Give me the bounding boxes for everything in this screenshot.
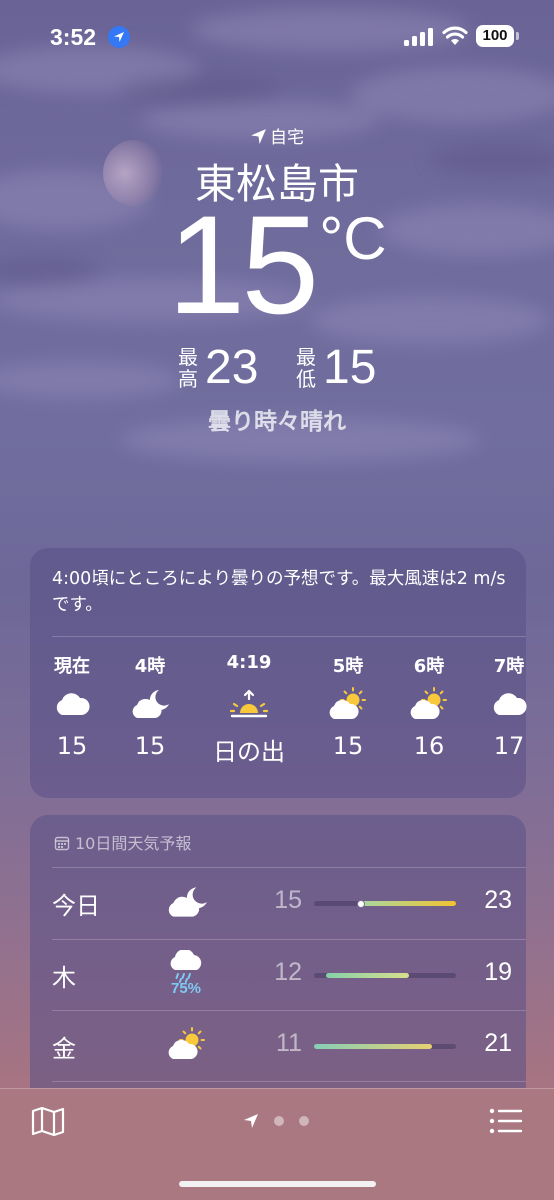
high-label: 最高: [178, 345, 198, 391]
page-dot[interactable]: [274, 1116, 284, 1126]
hour-label: 現在: [54, 656, 90, 677]
temp-range-fill: [361, 901, 456, 906]
status-time: 3:52: [50, 24, 97, 50]
current-temperature: 15°C: [0, 195, 554, 335]
partly-sunny-icon: [308, 678, 388, 730]
temp-range-bar: [314, 973, 456, 978]
day-row[interactable]: 木 75% 12 19: [30, 940, 526, 1011]
hour-label: 6時: [413, 656, 445, 677]
forecast-summary: 4:00頃にところにより曇りの予想です。最大風速は2 m/sです。: [52, 569, 506, 615]
day-name: 今日: [52, 892, 100, 920]
hour-label: 4:19: [226, 652, 272, 673]
hour-temp: 17: [493, 732, 525, 760]
hour-label: 4時: [134, 656, 166, 677]
day-row[interactable]: 今日 15 23: [30, 868, 526, 939]
home-indicator: [179, 1181, 376, 1187]
location-label-text: 自宅: [270, 128, 304, 148]
low-label: 最低: [296, 345, 316, 391]
condition-text: 曇り時々晴れ: [208, 409, 346, 435]
battery-indicator: 100: [476, 25, 519, 47]
temp-range-fill: [325, 973, 409, 978]
cloud-icon: [470, 678, 548, 730]
hour-temp: 15: [134, 732, 166, 760]
divider: [52, 1081, 526, 1082]
day-high: 21: [484, 1029, 512, 1057]
hour-label: 5時: [332, 656, 364, 677]
daily-forecast-card[interactable]: 10日間天気予報 今日 15 23 木 75% 12 19 金 11 21: [30, 815, 526, 1115]
hourly-item: 4時 15: [110, 652, 190, 762]
day-high: 19: [484, 958, 512, 986]
temperature-unit: °C: [319, 205, 387, 272]
partly-sunny-icon: [389, 678, 469, 730]
day-row[interactable]: 金 11 21: [30, 1011, 526, 1082]
page-dot[interactable]: [299, 1116, 309, 1126]
hourly-item: 5時 15: [308, 652, 388, 762]
sunrise-icon: [209, 678, 289, 730]
location-arrow-icon: [108, 26, 130, 48]
temp-range-fill: [314, 1044, 433, 1049]
calendar-icon: [54, 836, 70, 851]
hourly-forecast-card[interactable]: 4:00頃にところにより曇りの予想です。最大風速は2 m/sです。 現在 15 …: [30, 548, 527, 798]
location-arrow-icon: [244, 1114, 258, 1128]
hourly-item: 4:19 日の出: [209, 652, 289, 766]
day-name: 金: [52, 1035, 76, 1063]
daily-title-text: 10日間天気予報: [75, 834, 192, 853]
list-icon[interactable]: [489, 1108, 523, 1134]
high-value: 23: [205, 341, 259, 394]
day-low: 11: [276, 1029, 302, 1057]
hour-temp: 16: [413, 732, 445, 760]
hour-temp: 15: [332, 732, 364, 760]
day-low: 12: [274, 958, 302, 986]
day-low: 15: [274, 886, 302, 914]
divider: [52, 636, 526, 637]
location-label: 自宅: [0, 123, 554, 148]
day-name: 木: [52, 964, 76, 992]
hourly-item: 6時 16: [389, 652, 469, 762]
temp-range-bar: [314, 1044, 456, 1049]
map-icon[interactable]: [31, 1106, 65, 1136]
wifi-icon: [442, 26, 468, 45]
current-temp-dot: [357, 899, 366, 908]
partly-cloudy-night-icon: [110, 678, 190, 730]
hour-temp: 15: [56, 732, 88, 760]
status-bar: 3:52 100: [0, 22, 554, 54]
high-low: 最高 23 最低 15: [0, 340, 554, 400]
cloud-icon: [32, 678, 112, 730]
temp-range-bar: [314, 899, 456, 908]
daily-title: 10日間天気予報: [54, 830, 191, 854]
day-high: 23: [484, 886, 512, 914]
partly-cloudy-night-icon: [162, 878, 212, 930]
cellular-signal-icon: [404, 28, 433, 46]
precip-chance: 75%: [170, 980, 202, 997]
temperature-value: 15: [167, 186, 319, 343]
hour-label: 7時: [493, 656, 525, 677]
partly-sunny-icon: [162, 1021, 212, 1073]
hourly-item: 7時 17: [470, 652, 548, 762]
divider: [0, 1088, 554, 1089]
low-value: 15: [323, 341, 377, 394]
sunrise-label: 日の出: [213, 738, 285, 766]
location-arrow-icon: [251, 129, 266, 144]
hourly-item: 現在 15: [32, 652, 112, 762]
